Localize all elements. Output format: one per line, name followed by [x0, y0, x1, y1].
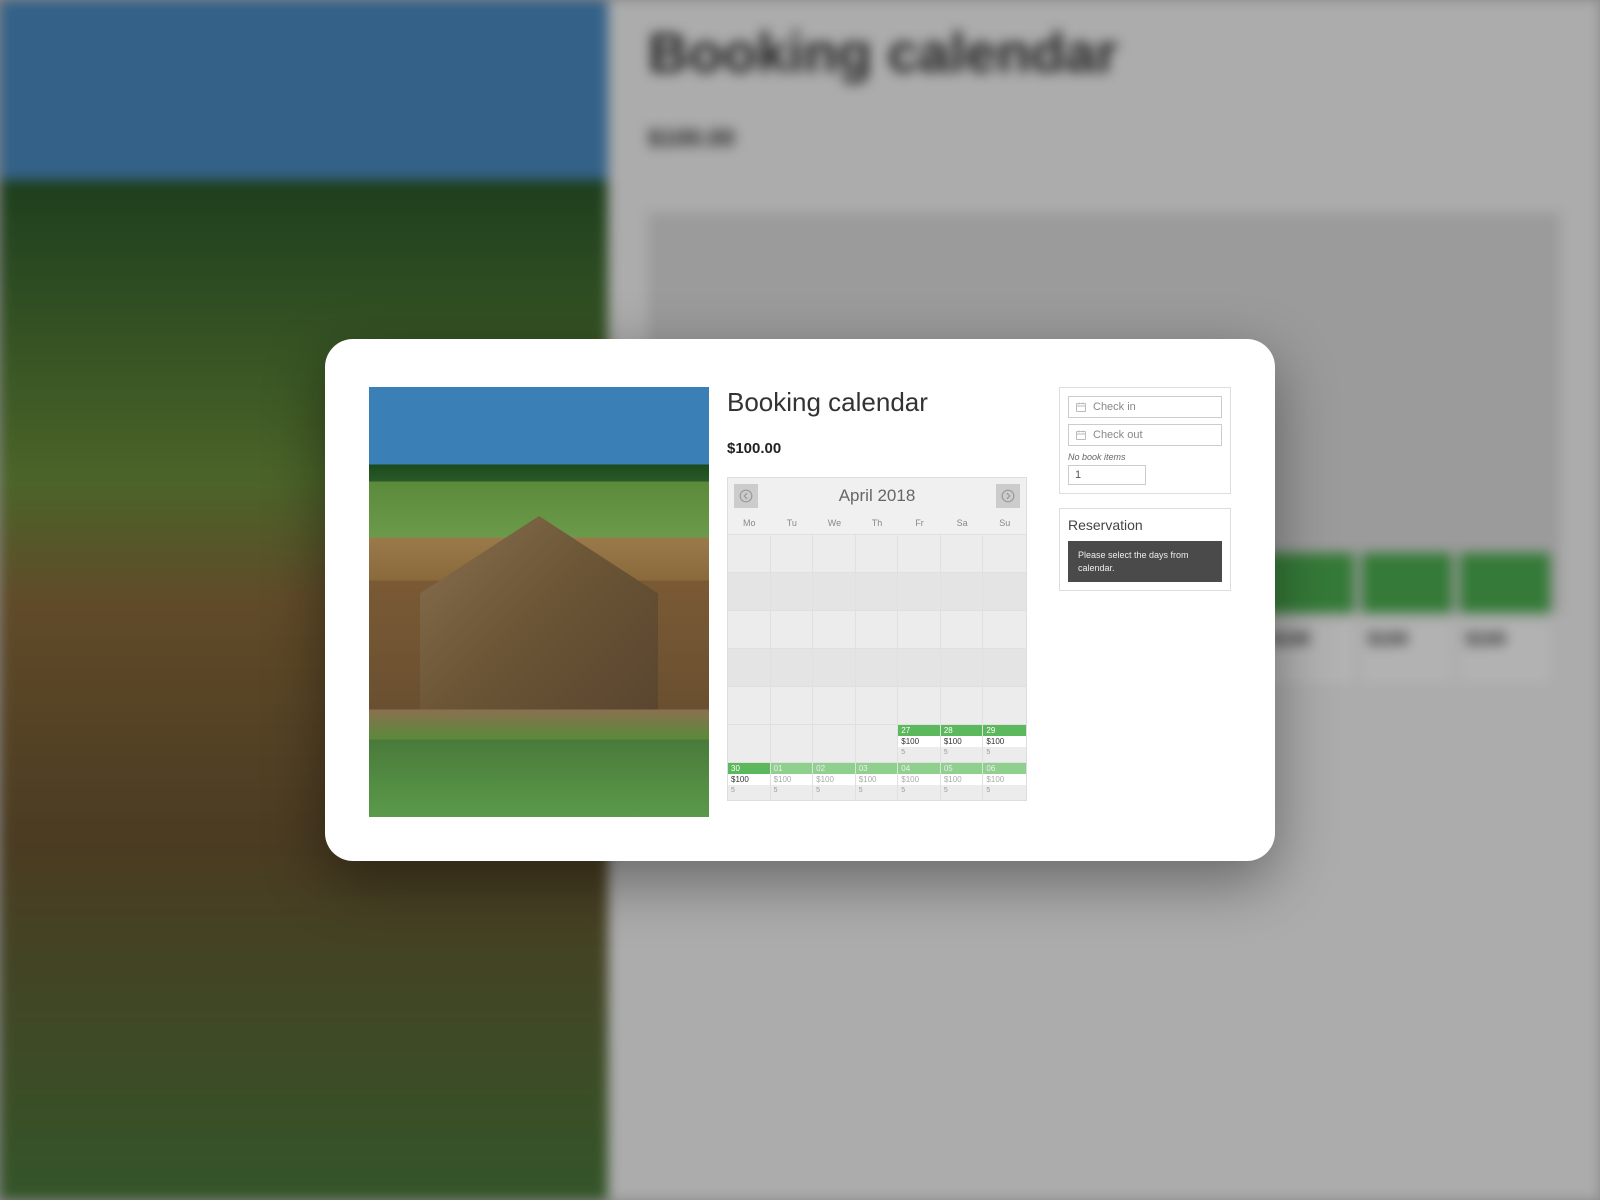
bg-price: $100.00: [648, 125, 1560, 153]
calendar-day-cell[interactable]: [856, 724, 899, 762]
items-input[interactable]: 1: [1068, 465, 1146, 485]
booking-calendar: April 2018 Mo Tu We Th Fr Sa Su 27$10052…: [727, 477, 1027, 801]
calendar-day-cell[interactable]: [813, 686, 856, 724]
calendar-day-cell[interactable]: [856, 648, 899, 686]
calendar-day-cell[interactable]: [813, 610, 856, 648]
bg-page-title: Booking calendar: [648, 20, 1560, 85]
page-title: Booking calendar: [727, 387, 1041, 418]
calendar-day-cell[interactable]: [813, 534, 856, 572]
checkout-input[interactable]: Check out: [1068, 424, 1222, 446]
product-image: [369, 387, 709, 817]
calendar-day-cell[interactable]: [856, 610, 899, 648]
calendar-day-cell[interactable]: [728, 686, 771, 724]
items-label: No book items: [1068, 452, 1222, 462]
calendar-day-cell[interactable]: 02$1005: [813, 762, 856, 800]
reservation-title: Reservation: [1068, 517, 1222, 533]
calendar-day-cell[interactable]: [941, 572, 984, 610]
chevron-left-icon: [739, 489, 753, 503]
calendar-day-cell[interactable]: 05$1005: [941, 762, 984, 800]
calendar-day-cell[interactable]: [898, 648, 941, 686]
calendar-day-cell[interactable]: [898, 610, 941, 648]
calendar-day-cell[interactable]: [898, 534, 941, 572]
calendar-day-cell[interactable]: [983, 648, 1026, 686]
calendar-day-cell[interactable]: 06$1005: [983, 762, 1026, 800]
calendar-day-cell[interactable]: [856, 534, 899, 572]
calendar-day-cell[interactable]: [856, 686, 899, 724]
chevron-right-icon: [1001, 489, 1015, 503]
calendar-month-label: April 2018: [758, 486, 996, 506]
calendar-day-cell[interactable]: [728, 648, 771, 686]
calendar-day-cell[interactable]: [728, 610, 771, 648]
calendar-day-cell[interactable]: [771, 534, 814, 572]
calendar-day-cell[interactable]: [983, 572, 1026, 610]
reservation-box: Reservation Please select the days from …: [1059, 508, 1231, 591]
calendar-icon: [1075, 429, 1087, 441]
calendar-weekday-row: Mo Tu We Th Fr Sa Su: [728, 514, 1026, 534]
calendar-day-cell[interactable]: 27$1005: [898, 724, 941, 762]
calendar-day-cell[interactable]: [941, 686, 984, 724]
calendar-day-cell[interactable]: 01$1005: [771, 762, 814, 800]
checkin-placeholder: Check in: [1093, 401, 1136, 413]
checkout-placeholder: Check out: [1093, 429, 1143, 441]
calendar-day-cell[interactable]: [771, 610, 814, 648]
calendar-next-button[interactable]: [996, 484, 1020, 508]
calendar-day-cell[interactable]: [813, 572, 856, 610]
calendar-day-cell[interactable]: [898, 572, 941, 610]
calendar-grid: 27$100528$100529$1005 30$100501$100502$10…: [728, 534, 1026, 800]
calendar-day-cell[interactable]: [728, 724, 771, 762]
calendar-day-cell[interactable]: 04$1005: [898, 762, 941, 800]
calendar-day-cell[interactable]: [983, 686, 1026, 724]
calendar-icon: [1075, 401, 1087, 413]
calendar-day-cell[interactable]: 30$1005: [728, 762, 771, 800]
calendar-day-cell[interactable]: 03$1005: [856, 762, 899, 800]
calendar-day-cell[interactable]: [728, 534, 771, 572]
calendar-day-cell[interactable]: 28$1005: [941, 724, 984, 762]
calendar-day-cell[interactable]: [813, 648, 856, 686]
reservation-message: Please select the days from calendar.: [1068, 541, 1222, 582]
calendar-day-cell[interactable]: [728, 572, 771, 610]
calendar-day-cell[interactable]: 29$1005: [983, 724, 1026, 762]
checkin-input[interactable]: Check in: [1068, 396, 1222, 418]
calendar-day-cell[interactable]: [771, 572, 814, 610]
calendar-day-cell[interactable]: [941, 610, 984, 648]
calendar-day-cell[interactable]: [771, 648, 814, 686]
calendar-day-cell[interactable]: [941, 648, 984, 686]
calendar-day-cell[interactable]: [983, 534, 1026, 572]
product-price: $100.00: [727, 440, 1041, 457]
calendar-day-cell[interactable]: [941, 534, 984, 572]
calendar-day-cell[interactable]: [898, 686, 941, 724]
calendar-day-cell[interactable]: [771, 724, 814, 762]
calendar-day-cell[interactable]: [771, 686, 814, 724]
calendar-day-cell[interactable]: [856, 572, 899, 610]
calendar-prev-button[interactable]: [734, 484, 758, 508]
calendar-day-cell[interactable]: [813, 724, 856, 762]
booking-modal: Booking calendar $100.00 April 2018 Mo T…: [325, 339, 1275, 861]
calendar-day-cell[interactable]: [983, 610, 1026, 648]
booking-form-box: Check in Check out No book items 1: [1059, 387, 1231, 494]
